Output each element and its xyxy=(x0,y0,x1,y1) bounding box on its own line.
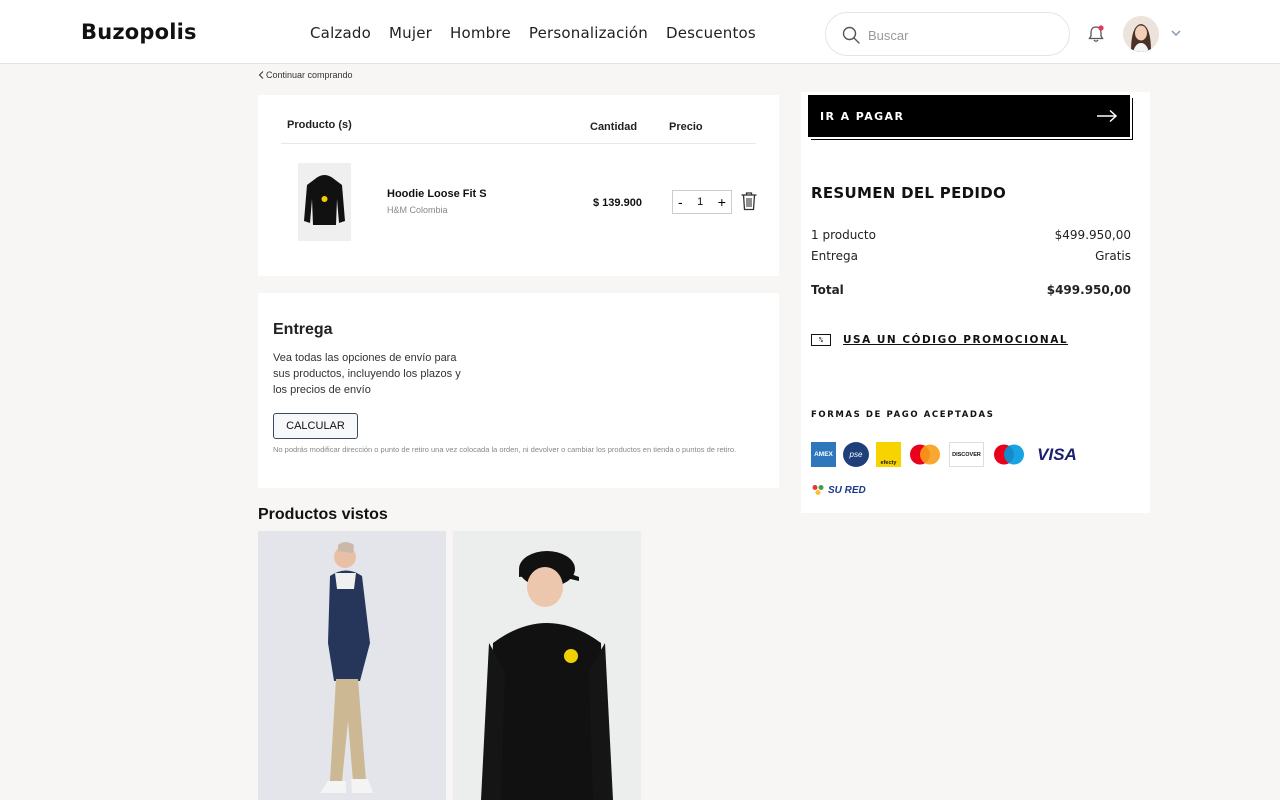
decrement-button[interactable]: - xyxy=(678,195,683,209)
checkout-button[interactable]: IR A PAGAR xyxy=(808,95,1130,137)
sured-dots-icon xyxy=(812,485,824,495)
chevron-left-icon xyxy=(258,71,264,79)
nav-item-calzado[interactable]: Calzado xyxy=(310,24,371,42)
delivery-label: Entrega xyxy=(811,249,858,263)
arrow-right-icon xyxy=(1097,109,1118,123)
bell-icon[interactable] xyxy=(1086,24,1106,44)
efecty-logo: efecty xyxy=(876,442,901,467)
visa-logo: VISA xyxy=(1037,444,1077,464)
header: Buzopolis Calzado Mujer Hombre Personali… xyxy=(0,0,1280,64)
total-value: $499.950,00 xyxy=(1046,283,1131,297)
checkout-button-label: IR A PAGAR xyxy=(820,109,905,123)
promo-code-link[interactable]: % USA UN CÓDIGO PROMOCIONAL xyxy=(811,334,1068,346)
summary-title: RESUMEN DEL PEDIDO xyxy=(811,184,1007,202)
trash-icon[interactable] xyxy=(740,191,758,211)
delivery-title: Entrega xyxy=(273,321,333,338)
search-box xyxy=(825,12,1070,56)
sured-label: SU RED xyxy=(828,484,866,496)
divider xyxy=(281,143,756,144)
product-price: $ 139.900 xyxy=(593,197,642,209)
products-label: 1 producto xyxy=(811,228,876,242)
back-link[interactable]: Continuar comprando xyxy=(258,70,353,80)
sured-logo: SU RED xyxy=(811,484,866,496)
summary-row-products: 1 producto $499.950,00 xyxy=(811,228,1131,242)
search-icon xyxy=(842,26,860,44)
product-brand: H&M Colombia xyxy=(387,205,448,215)
promo-code-label: USA UN CÓDIGO PROMOCIONAL xyxy=(843,334,1069,346)
seen-products-title: Productos vistos xyxy=(258,506,388,523)
nav-item-descuentos[interactable]: Descuentos xyxy=(666,24,756,42)
quantity-value: 1 xyxy=(697,196,704,208)
delivery-note: No podrás modificar dirección o punto de… xyxy=(273,445,737,454)
column-header-product: Producto (s) xyxy=(287,119,352,131)
pse-logo: pse xyxy=(843,442,869,467)
increment-button[interactable]: + xyxy=(718,195,726,209)
delivery-description: Vea todas las opciones de envío para sus… xyxy=(273,352,461,396)
quantity-stepper: - 1 + xyxy=(672,190,732,214)
product-image[interactable] xyxy=(298,163,351,241)
nav-item-hombre[interactable]: Hombre xyxy=(450,24,511,42)
column-header-price: Precio xyxy=(669,121,703,133)
summary-row-total: Total $499.950,00 xyxy=(811,283,1131,297)
payment-methods-title: FORMAS DE PAGO ACEPTADAS xyxy=(811,410,995,420)
back-link-label: Continuar comprando xyxy=(266,70,353,80)
delivery-value: Gratis xyxy=(1095,249,1131,263)
product-name[interactable]: Hoodie Loose Fit S xyxy=(387,188,487,200)
seen-product-card[interactable] xyxy=(258,531,446,800)
nav-item-personalizacion[interactable]: Personalización xyxy=(529,24,648,42)
total-label: Total xyxy=(811,283,844,297)
payment-logos: AMEX pse efecty DISCOVER VISA xyxy=(811,442,1080,467)
nav-item-mujer[interactable]: Mujer xyxy=(389,24,432,42)
percent-tag-icon: % xyxy=(811,334,831,346)
products-value: $499.950,00 xyxy=(1054,228,1131,242)
logo[interactable]: Buzopolis xyxy=(81,20,197,44)
mastercard-logo xyxy=(910,444,940,465)
cart-card: Producto (s) Cantidad Precio Hoodie Loos… xyxy=(258,95,779,276)
avatar[interactable] xyxy=(1123,16,1159,52)
chevron-down-icon[interactable] xyxy=(1169,26,1183,40)
search-input[interactable] xyxy=(868,23,1058,47)
amex-logo: AMEX xyxy=(811,442,836,467)
seen-product-card[interactable] xyxy=(453,531,641,800)
order-summary: IR A PAGAR RESUMEN DEL PEDIDO 1 producto… xyxy=(801,92,1150,513)
calculate-button[interactable]: CALCULAR xyxy=(273,413,358,439)
column-header-quantity: Cantidad xyxy=(590,121,638,133)
maestro-logo xyxy=(994,444,1024,465)
main-nav: Calzado Mujer Hombre Personalización Des… xyxy=(310,24,756,42)
discover-logo: DISCOVER xyxy=(949,442,984,467)
summary-row-delivery: Entrega Gratis xyxy=(811,249,1131,263)
delivery-card: Entrega Vea todas las opciones de envío … xyxy=(258,293,779,488)
